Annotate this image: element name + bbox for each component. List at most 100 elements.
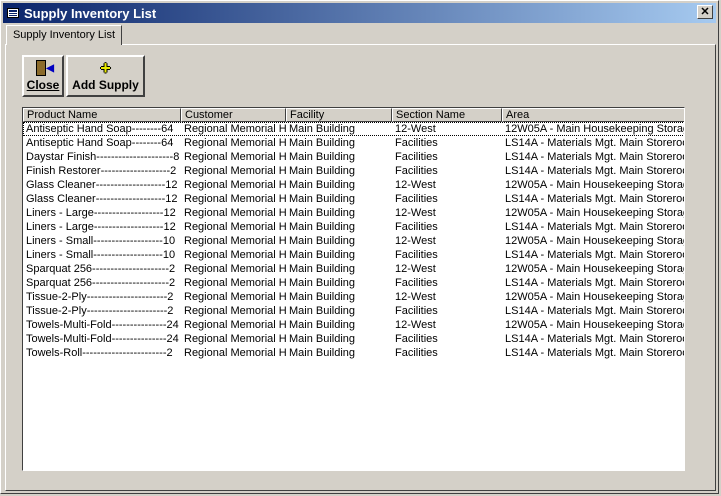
cell-facility: Main Building xyxy=(289,347,356,359)
cell-area: 12W05A - Main Housekeeping Storage xyxy=(505,291,685,303)
column-header-area[interactable]: Area xyxy=(502,108,684,122)
column-header-facility[interactable]: Facility xyxy=(286,108,392,122)
cell-area: 12W05A - Main Housekeeping Storage xyxy=(505,179,685,191)
cell-facility: Main Building xyxy=(289,151,356,163)
table-row[interactable]: Daystar Finish---------------------8 Regi… xyxy=(23,150,684,164)
cell-facility: Main Building xyxy=(289,207,356,219)
cell-product-name: Finish Restorer-------------------2 xyxy=(26,165,177,177)
table-row[interactable]: Antiseptic Hand Soap--------64 Regional M… xyxy=(23,136,684,150)
cell-section-name: Facilities xyxy=(395,333,438,345)
cell-facility: Main Building xyxy=(289,249,356,261)
cell-section-name: Facilities xyxy=(395,165,438,177)
close-button[interactable]: ◀ Close xyxy=(22,55,64,97)
table-row[interactable]: Liners - Large-------------------12 Regio… xyxy=(23,206,685,220)
cell-area: LS14A - Materials Mgt. Main Storeroom xyxy=(505,305,685,317)
cell-facility: Main Building xyxy=(289,137,356,149)
table-row[interactable]: Sparquat 256---------------------2 Region… xyxy=(23,276,685,290)
table-row[interactable]: Glass Cleaner-------------------12 Region… xyxy=(23,178,685,192)
cell-facility: Main Building xyxy=(289,319,356,331)
cell-area: LS14A - Materials Mgt. Main Storeroom xyxy=(505,277,685,289)
table-row[interactable]: Liners - Small-------------------10 Regio… xyxy=(23,234,684,248)
table-row[interactable]: Glass Cleaner-------------------12 Region… xyxy=(23,192,685,206)
cell-product-name: Towels-Roll-----------------------2 xyxy=(26,347,173,359)
cell-customer: Regional Memorial Ho xyxy=(184,165,286,177)
cell-area: LS14A - Materials Mgt. Main Storeroom xyxy=(505,221,685,233)
cell-facility: Main Building xyxy=(289,305,356,317)
column-header-section-name[interactable]: Section Name xyxy=(392,108,502,122)
window-close-button[interactable]: ✕ xyxy=(697,5,713,19)
cell-section-name: Facilities xyxy=(395,347,438,359)
cell-area: LS14A - Materials Mgt. Main Storeroom xyxy=(505,333,685,345)
cell-area: 12W05A - Main Housekeeping Storage xyxy=(505,123,685,135)
cell-area: LS14A - Materials Mgt. Main Storeroom xyxy=(505,249,685,261)
cell-facility: Main Building xyxy=(289,123,356,135)
table-row[interactable]: Towels-Multi-Fold---------------24 Region… xyxy=(23,318,685,332)
cell-section-name: Facilities xyxy=(395,193,438,205)
cell-facility: Main Building xyxy=(289,263,356,275)
cell-section-name: 12-West xyxy=(395,235,436,247)
cell-product-name: Sparquat 256---------------------2 xyxy=(26,263,176,275)
cell-facility: Main Building xyxy=(289,333,356,345)
cell-product-name: Glass Cleaner-------------------12 xyxy=(26,179,178,191)
exit-door-icon: ◀ xyxy=(36,60,54,76)
cell-customer: Regional Memorial Ho xyxy=(184,193,286,205)
cell-customer: Regional Memorial Ho xyxy=(184,123,286,135)
table-row[interactable]: Towels-Multi-Fold---------------24 Region… xyxy=(23,332,685,346)
cell-section-name: Facilities xyxy=(395,221,438,233)
cell-product-name: Tissue-2-Ply----------------------2 xyxy=(26,305,174,317)
cell-customer: Regional Memorial Ho xyxy=(184,235,286,247)
cell-facility: Main Building xyxy=(289,221,356,233)
add-supply-button[interactable]: + Add Supply xyxy=(66,55,145,97)
table-row[interactable]: Liners - Large-------------------12 Regio… xyxy=(23,220,685,234)
table-row[interactable]: Towels-Roll-----------------------2 Regio… xyxy=(23,346,684,360)
table-row[interactable]: Sparquat 256---------------------2 Region… xyxy=(23,262,685,276)
cell-section-name: Facilities xyxy=(395,277,438,289)
cell-product-name: Liners - Large-------------------12 xyxy=(26,207,176,219)
cell-product-name: Antiseptic Hand Soap--------64 xyxy=(26,137,174,149)
cell-section-name: Facilities xyxy=(395,151,438,163)
cell-area: 12W05A - Main Housekeeping Storage xyxy=(505,263,685,275)
add-supply-button-label: Add Supply xyxy=(72,78,139,92)
supply-inventory-window: Supply Inventory List ✕ Supply Inventory… xyxy=(0,0,719,494)
cell-facility: Main Building xyxy=(289,277,356,289)
cell-product-name: Towels-Multi-Fold---------------24 xyxy=(26,333,179,345)
cell-section-name: Facilities xyxy=(395,305,438,317)
cell-section-name: 12-West xyxy=(395,207,436,219)
table-row[interactable]: Liners - Small-------------------10 Regio… xyxy=(23,248,685,262)
cell-section-name: 12-West xyxy=(395,291,436,303)
cell-section-name: Facilities xyxy=(395,137,438,149)
cell-product-name: Daystar Finish---------------------8 xyxy=(26,151,180,163)
cell-product-name: Liners - Small-------------------10 xyxy=(26,249,176,261)
cell-area: 12W05A - Main Housekeeping Storage xyxy=(505,319,685,331)
column-header-customer[interactable]: Customer xyxy=(181,108,286,122)
cell-facility: Main Building xyxy=(289,193,356,205)
table-row[interactable]: Tissue-2-Ply----------------------2 Regio… xyxy=(23,290,685,304)
cell-area: LS14A - Materials Mgt. Main Storeroom xyxy=(505,193,685,205)
close-button-label: Close xyxy=(26,78,60,92)
table-row[interactable]: Tissue-2-Ply----------------------2 Regio… xyxy=(23,304,685,318)
cell-section-name: Facilities xyxy=(395,249,438,261)
cell-section-name: 12-West xyxy=(395,319,436,331)
column-header-product-name[interactable]: Product Name xyxy=(23,108,181,122)
cell-area: LS14A - Materials Mgt. Main Storeroom xyxy=(505,165,685,177)
cell-customer: Regional Memorial Ho xyxy=(184,333,286,345)
tab-supply-inventory-list[interactable]: Supply Inventory List xyxy=(6,25,122,45)
cell-product-name: Antiseptic Hand Soap--------64 xyxy=(26,123,174,135)
cell-product-name: Tissue-2-Ply----------------------2 xyxy=(26,291,174,303)
cell-product-name: Glass Cleaner-------------------12 xyxy=(26,193,178,205)
cell-area: 12W05A - Main Housekeeping Storage xyxy=(505,207,685,219)
cell-customer: Regional Memorial Ho xyxy=(184,277,286,289)
cell-section-name: 12-West xyxy=(395,263,436,275)
plus-icon: + xyxy=(100,58,111,78)
cell-customer: Regional Memorial Ho xyxy=(184,263,286,275)
table-row[interactable]: Antiseptic Hand Soap--------64 Regional M… xyxy=(23,122,685,136)
title-bar[interactable]: Supply Inventory List ✕ xyxy=(3,3,716,23)
supply-list[interactable]: Product Name Customer Facility Section N… xyxy=(22,107,685,471)
list-rows: Antiseptic Hand Soap--------64 Regional M… xyxy=(23,122,685,360)
cell-customer: Regional Memorial Ho xyxy=(184,221,286,233)
form-icon xyxy=(7,8,19,18)
cell-product-name: Liners - Large-------------------12 xyxy=(26,221,176,233)
cell-product-name: Liners - Small-------------------10 xyxy=(26,235,176,247)
cell-customer: Regional Memorial Ho xyxy=(184,207,286,219)
table-row[interactable]: Finish Restorer-------------------2 Regio… xyxy=(23,164,685,178)
